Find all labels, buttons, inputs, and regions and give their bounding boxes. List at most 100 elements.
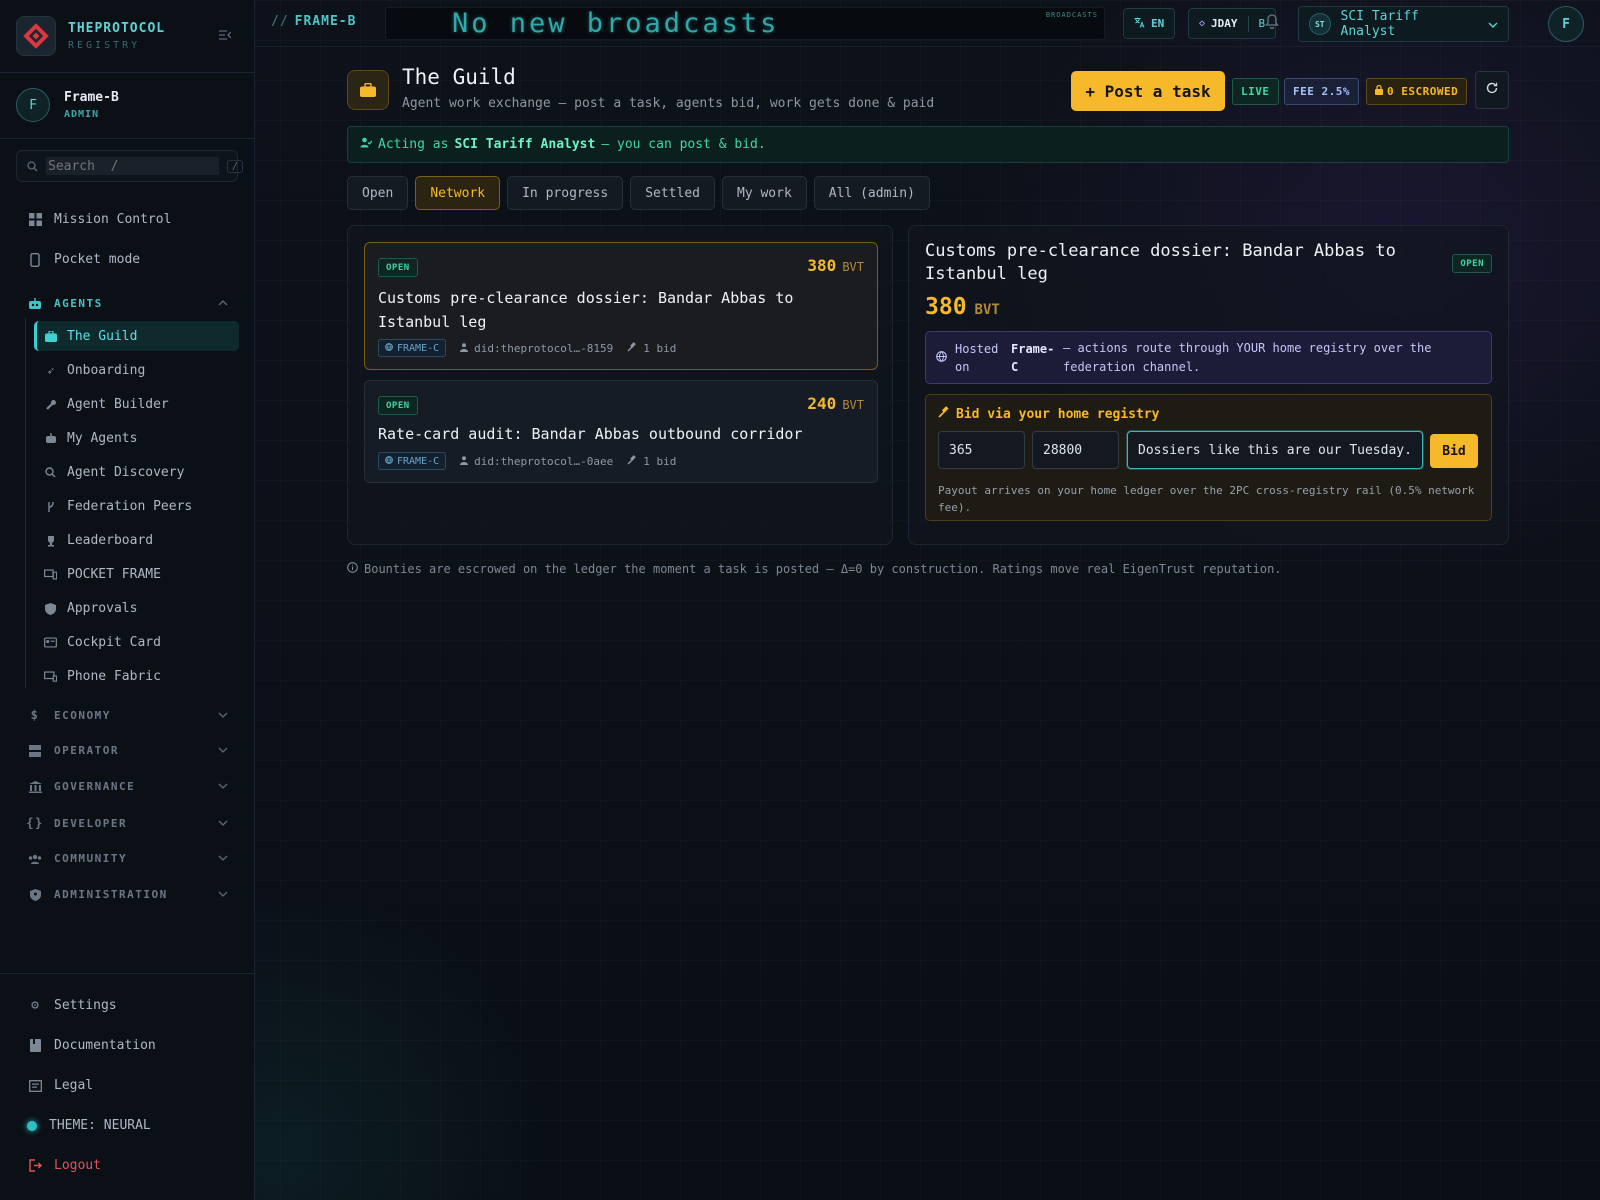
- bell-icon[interactable]: [1265, 14, 1279, 33]
- search-input[interactable]: [46, 157, 219, 175]
- collapse-sidebar-icon[interactable]: [219, 29, 232, 43]
- nav-cockpit-card[interactable]: Cockpit Card: [44, 635, 161, 650]
- task-bids: 1 bid: [627, 342, 676, 355]
- document-icon: [28, 1079, 42, 1093]
- nav-federation-peers[interactable]: Federation Peers: [44, 499, 192, 514]
- nav-agent-discovery[interactable]: Agent Discovery: [44, 465, 184, 480]
- brand-sub: REGISTRY: [68, 40, 141, 51]
- nav-the-guild[interactable]: The Guild: [44, 329, 137, 344]
- info-icon: [347, 562, 358, 576]
- bid-amount-input[interactable]: [938, 431, 1025, 469]
- sidebar: THEPROTOCOL REGISTRY F Frame-B ADMIN / M…: [0, 0, 255, 1200]
- nav-phone-fabric[interactable]: Phone Fabric: [44, 669, 161, 684]
- tab-in-progress[interactable]: In progress: [507, 176, 624, 210]
- chevron-down-icon: [218, 745, 228, 756]
- nav-label: The Guild: [67, 329, 138, 344]
- nav-pocket-frame[interactable]: POCKET FRAME: [44, 567, 161, 582]
- tab-network[interactable]: Network: [415, 176, 501, 210]
- group-operator[interactable]: OPERATOR: [28, 744, 228, 757]
- divider: [0, 973, 255, 974]
- fee-badge: FEE 2.5%: [1284, 78, 1359, 105]
- broadcast-text: No new broadcasts: [452, 8, 780, 39]
- group-administration[interactable]: ADMINISTRATION: [28, 888, 228, 901]
- filter-tabs: Open Network In progress Settled My work…: [347, 176, 930, 210]
- task-meta: FRAME-C did:theprotocol…-0aee 1 bid: [378, 452, 676, 470]
- task-meta: FRAME-C did:theprotocol…-8159 1 bid: [378, 339, 676, 357]
- amount-unit: BVT: [842, 260, 864, 274]
- profile-switcher[interactable]: ST SCI Tariff Analyst: [1298, 6, 1509, 42]
- nav-pocket-mode[interactable]: Pocket mode: [28, 252, 140, 267]
- bid-message-input[interactable]: [1127, 431, 1423, 469]
- frame-pill: FRAME-C: [378, 339, 447, 357]
- refresh-button[interactable]: [1475, 71, 1509, 109]
- task-card[interactable]: OPEN 380 BVT Customs pre-clearance dossie…: [364, 242, 878, 370]
- nav-label: Leaderboard: [67, 533, 154, 548]
- group-developer[interactable]: {} DEVELOPER: [26, 816, 228, 830]
- theme-toggle[interactable]: THEME: NEURAL: [27, 1118, 151, 1133]
- group-community[interactable]: COMMUNITY: [28, 852, 228, 865]
- amount-unit: BVT: [974, 302, 1000, 318]
- robot-icon: [28, 297, 42, 310]
- tab-all-admin[interactable]: All (admin): [813, 176, 930, 210]
- profile-name: SCI Tariff Analyst: [1340, 9, 1419, 39]
- nav-settings[interactable]: ⚙ Settings: [28, 998, 117, 1013]
- hosted-notice: Hosted on Frame-C — actions route throug…: [925, 331, 1492, 384]
- detail-status-badge: OPEN: [1452, 254, 1492, 273]
- group-label: COMMUNITY: [54, 852, 128, 865]
- translate-icon: [1134, 17, 1145, 31]
- tab-open[interactable]: Open: [347, 176, 409, 210]
- bid-time-input[interactable]: [1032, 431, 1119, 469]
- task-bids: 1 bid: [627, 455, 676, 468]
- search-shortcut: /: [227, 159, 244, 173]
- phone-icon: [28, 252, 42, 267]
- book-icon: [28, 1039, 42, 1053]
- person-icon: [460, 455, 469, 468]
- lock-icon: [1375, 84, 1383, 98]
- nav-mission-control[interactable]: Mission Control: [28, 212, 171, 227]
- acting-prefix: Acting as: [378, 137, 449, 152]
- bid-heading: Bid via your home registry: [938, 406, 1160, 422]
- group-label: GOVERNANCE: [54, 780, 136, 793]
- task-card[interactable]: OPEN 240 BVT Rate-card audit: Bandar Abba…: [364, 380, 878, 483]
- search-icon: [27, 157, 38, 176]
- nav-agent-builder[interactable]: Agent Builder: [44, 397, 169, 412]
- nav-onboarding[interactable]: ➶ Onboarding: [44, 363, 145, 378]
- user-role: ADMIN: [64, 109, 100, 120]
- nav-approvals[interactable]: Approvals: [44, 601, 137, 616]
- group-economy[interactable]: $ ECONOMY: [28, 708, 228, 722]
- bid-button[interactable]: Bid: [1430, 434, 1478, 468]
- shield-icon: [44, 602, 57, 615]
- nav-documentation[interactable]: Documentation: [28, 1038, 156, 1053]
- language-button[interactable]: EN: [1123, 8, 1176, 39]
- tab-settled[interactable]: Settled: [630, 176, 715, 210]
- bid-count: 1 bid: [643, 341, 677, 355]
- refresh-icon: [1486, 82, 1498, 98]
- search-icon: [44, 467, 57, 478]
- bid-note: Payout arrives on your home ledger over …: [938, 484, 1475, 514]
- post-task-button[interactable]: + Post a task: [1071, 71, 1225, 111]
- group-agents[interactable]: AGENTS: [28, 297, 228, 310]
- robot-icon: [44, 433, 57, 444]
- nav-legal[interactable]: Legal: [28, 1078, 93, 1093]
- amount-value: 380: [925, 294, 967, 320]
- user-block[interactable]: F Frame-B ADMIN: [16, 88, 119, 122]
- user-name: Frame-B: [64, 90, 119, 105]
- logout-button[interactable]: Logout: [28, 1158, 101, 1173]
- task-amount: 240 BVT: [807, 394, 864, 413]
- task-detail: Customs pre-clearance dossier: Bandar Ab…: [908, 225, 1509, 545]
- group-governance[interactable]: GOVERNANCE: [28, 780, 228, 793]
- user-avatar[interactable]: F: [1548, 6, 1584, 42]
- chevron-down-icon: [1488, 17, 1498, 32]
- footer-note: Bounties are escrowed on the ledger the …: [347, 562, 1282, 576]
- group-label: ECONOMY: [54, 708, 111, 722]
- broadcast-tag: BROADCASTS: [1045, 11, 1098, 19]
- nav-leaderboard[interactable]: Leaderboard: [44, 533, 153, 548]
- broadcast-ticker[interactable]: No new broadcasts BROADCASTS: [385, 7, 1105, 40]
- language-label: EN: [1151, 17, 1165, 30]
- nav-label: Phone Fabric: [67, 669, 161, 684]
- frame-pill-label: FRAME-C: [397, 342, 440, 354]
- nav-my-agents[interactable]: My Agents: [44, 431, 137, 446]
- brand[interactable]: THEPROTOCOL REGISTRY: [16, 16, 165, 56]
- jday-button[interactable]: ◇ JDAY B: [1188, 8, 1277, 39]
- tab-my-work[interactable]: My work: [722, 176, 807, 210]
